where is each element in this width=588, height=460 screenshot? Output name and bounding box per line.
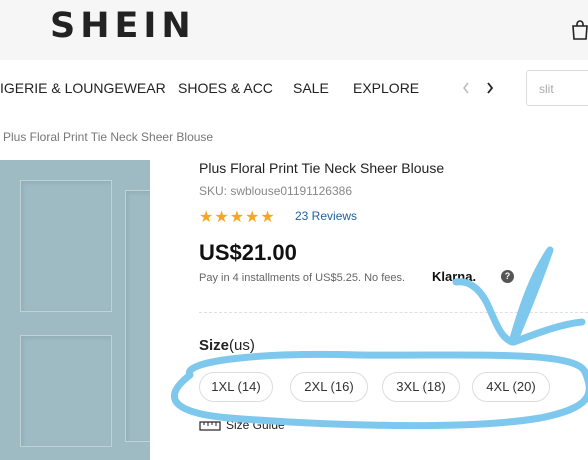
size-label-text: Size	[199, 337, 230, 354]
product-price: US$21.00	[199, 240, 297, 265]
bag-icon[interactable]	[568, 18, 588, 42]
size-guide-link[interactable]: Size Guide	[199, 418, 285, 432]
shein-logo[interactable]: SHEIN	[50, 6, 196, 46]
klarna-logo: Klarna.	[432, 269, 477, 284]
size-option-2xl[interactable]: 2XL (16)	[290, 372, 368, 402]
search-input[interactable]: slit	[526, 70, 588, 106]
star-rating: ★★★★★	[199, 209, 276, 226]
product-sku: SKU: swblouse01191126386	[199, 184, 352, 198]
size-option-4xl[interactable]: 4XL (20)	[472, 372, 550, 402]
breadcrumb[interactable]: Plus Floral Print Tie Neck Sheer Blouse	[3, 130, 213, 144]
nav-item-sale[interactable]: SALE	[293, 80, 329, 96]
ruler-icon	[199, 421, 221, 431]
product-title: Plus Floral Print Tie Neck Sheer Blouse	[199, 160, 445, 176]
chevron-left-icon[interactable]	[461, 81, 471, 95]
nav-item-shoes[interactable]: SHOES & ACC	[178, 80, 273, 96]
product-image[interactable]	[0, 160, 150, 460]
category-nav: IGERIE & LOUNGEWEAR SHOES & ACC SALE EXP…	[0, 60, 588, 116]
site-header: SHEIN	[0, 0, 588, 60]
size-label-unit: (us)	[229, 337, 255, 354]
reviews-link[interactable]: 23 Reviews	[295, 209, 357, 223]
nav-item-explore[interactable]: EXPLORE	[353, 80, 419, 96]
size-guide-label: Size Guide	[226, 418, 285, 432]
size-option-1xl[interactable]: 1XL (14)	[199, 372, 273, 402]
installments-text: Pay in 4 installments of US$5.25. No fee…	[199, 272, 406, 284]
chevron-right-icon[interactable]	[485, 81, 495, 95]
nav-item-lingerie[interactable]: IGERIE & LOUNGEWEAR	[0, 80, 166, 96]
size-option-3xl[interactable]: 3XL (18)	[382, 372, 460, 402]
size-label: Size(us)	[199, 337, 255, 354]
divider	[199, 312, 588, 313]
help-icon[interactable]: ?	[501, 270, 514, 283]
